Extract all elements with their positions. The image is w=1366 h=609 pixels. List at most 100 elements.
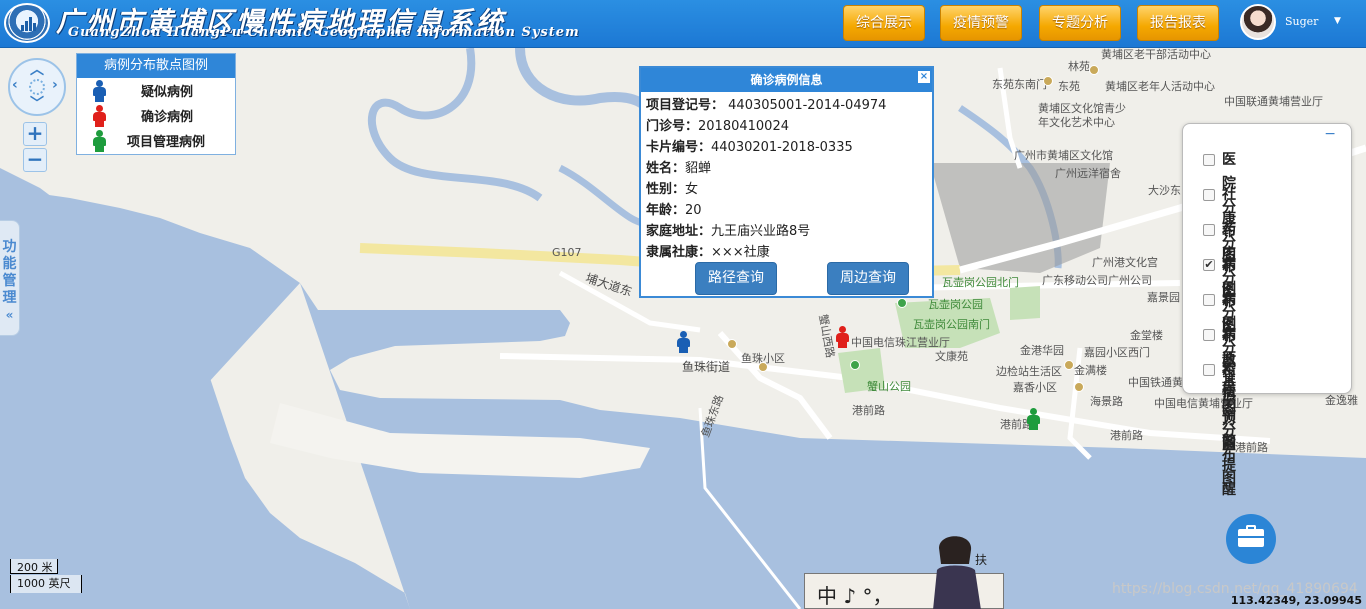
legend-title: 病例分布散点图例 [77, 54, 235, 78]
checkbox-checked[interactable]: ✔ [1203, 259, 1215, 271]
legend-label: 项目管理病例 [127, 135, 206, 150]
map-label-linyuan: 林苑 [1068, 60, 1090, 73]
checkbox[interactable] [1203, 329, 1215, 341]
nav-overview-button[interactable]: 综合展示 [843, 5, 925, 41]
pan-right-icon[interactable]: › [52, 77, 58, 93]
layer-panel: − 医院分布图 社康分布图 药店分布图 ✔ 病例分布散点图 病例分布热力图 病原基… [1182, 123, 1352, 498]
collapse-icon: « [5, 308, 14, 322]
ad-text: 中 ♪ °， [817, 584, 893, 608]
managed-person-icon [93, 130, 106, 152]
map-label-yuanyang: 广州远洋宿舍 [1055, 167, 1121, 180]
poi-marker[interactable] [1074, 382, 1084, 392]
managed-case-marker[interactable] [1027, 408, 1040, 430]
popup-field: 隶属社康：×××社康 [646, 245, 770, 260]
map-label-dongyuan: 东苑东南门 [992, 78, 1047, 91]
route-query-button[interactable]: 路径查询 [695, 262, 777, 295]
map-label-dongyuan2: 东苑 [1058, 80, 1080, 93]
confirmed-person-icon [93, 105, 106, 127]
poi-marker[interactable] [727, 339, 737, 349]
map-label-gangqian-3: 港前路 [1110, 429, 1143, 442]
function-manage-tab[interactable]: 功能管理 « [0, 220, 20, 336]
legend-item: 疑似病例 [77, 78, 235, 103]
popup-title: 确诊病例信息 [641, 68, 932, 92]
poi-marker[interactable] [758, 362, 768, 372]
map-label-gangqian-1: 港前路 [852, 404, 885, 417]
legend-label: 疑似病例 [141, 85, 194, 100]
popup-field: 年龄：20 [646, 203, 702, 218]
nav-alert-button[interactable]: 疫情预警 [940, 5, 1022, 41]
app-subtitle: GuangZhou HuangPu Chronic Geographic Inf… [68, 25, 580, 40]
zoom-out-button[interactable]: − [23, 148, 47, 172]
chevron-down-icon[interactable]: ▼ [1334, 16, 1341, 26]
pan-center-icon[interactable] [29, 79, 45, 95]
coordinate-readout: 113.42349, 23.09945 [1230, 594, 1362, 607]
map-label-wenhuaguan: 广州市黄埔区文化馆 [1014, 149, 1113, 162]
poi-marker[interactable] [897, 298, 907, 308]
character-figure: 扶 [933, 536, 987, 609]
map-label-haijing: 海景路 [1090, 395, 1123, 408]
checkbox[interactable] [1203, 294, 1215, 306]
popup-field: 家庭地址：九王庙兴业路8号 [646, 224, 811, 239]
pan-left-icon[interactable]: ‹ [12, 77, 18, 93]
map-label-ganggang: 广州港文化宫 [1092, 256, 1158, 269]
svg-text:扶: 扶 [975, 552, 987, 567]
map-label-jinman: 金满楼 [1074, 364, 1107, 377]
poi-marker[interactable] [1064, 360, 1074, 370]
avatar[interactable] [1240, 4, 1276, 40]
app-header: 广州市黄埔区慢性病地理信息系统 GuangZhou HuangPu Chroni… [0, 0, 1366, 48]
map-label-dasha: 大沙东 [1148, 184, 1181, 197]
poi-marker[interactable] [1043, 76, 1053, 86]
suspected-case-marker[interactable] [677, 331, 690, 353]
confirmed-case-marker[interactable] [836, 326, 849, 348]
pan-up-icon[interactable]: ︿ [30, 59, 44, 79]
map-label-jiaxiang: 嘉景园 [1147, 291, 1180, 304]
checkbox[interactable] [1203, 364, 1215, 376]
legend-panel: 病例分布散点图例 疑似病例 确诊病例 项目管理病例 [76, 53, 236, 155]
map-label-xieshan: 蟹山公园 [867, 380, 911, 393]
popup-field: 项目登记号： 440305001-2014-04974 [646, 98, 887, 113]
case-info-popup: 确诊病例信息 × 项目登记号： 440305001-2014-04974 门诊号… [639, 66, 934, 298]
popup-field: 姓名：貂蝉 [646, 161, 712, 176]
map-label-dianxin2: 中国电信黄埔营业厅 [1154, 397, 1253, 410]
legend-label: 确诊病例 [141, 110, 194, 125]
logo-icon [4, 3, 50, 43]
minimize-icon[interactable]: − [1324, 126, 1336, 142]
nav-report-button[interactable]: 报告报表 [1137, 5, 1219, 41]
map-label-biantu: 边检站生活区 [996, 365, 1062, 378]
nearby-query-button[interactable]: 周边查询 [827, 262, 909, 295]
map-label-wahugang: 瓦壶岗公园 [928, 298, 983, 311]
popup-field: 性别：女 [646, 182, 699, 197]
map-label-gangqian-4: 港前路 [1235, 441, 1268, 454]
checkbox[interactable] [1203, 224, 1215, 236]
map-label-yuzhu-jiedao: 鱼珠街道 [682, 360, 731, 374]
map-label-jinyuan: 嘉园小区西门 [1084, 346, 1150, 359]
poi-marker[interactable] [1089, 65, 1099, 75]
advertisement-banner[interactable]: 中 ♪ °， 扶 [804, 536, 1004, 609]
toolbox-button[interactable] [1226, 514, 1276, 564]
zoom-in-button[interactable]: + [23, 122, 47, 146]
suspected-person-icon [93, 80, 106, 102]
map-label-wenkang: 文康苑 [935, 350, 968, 363]
pan-down-icon[interactable]: ﹀ [30, 93, 44, 113]
side-tab-label: 功能管理 [2, 239, 17, 306]
map-label-jintang: 金堂楼 [1130, 329, 1163, 342]
map-label-jinyi: 金逸雅 [1325, 394, 1358, 407]
legend-item: 项目管理病例 [77, 128, 235, 153]
map-label-wahugang-nan: 瓦壶岗公园南门 [913, 318, 990, 331]
map-label-liantong: 中国联通黄埔营业厅 [1224, 95, 1323, 108]
poi-marker[interactable] [850, 360, 860, 370]
pan-control[interactable]: ︿ ﹀ ‹ › [8, 58, 66, 116]
map-label-jinxiang: 嘉香小区 [1013, 381, 1057, 394]
map-label-wahugang-bei: 瓦壶岗公园北门 [942, 276, 1019, 289]
checkbox[interactable] [1203, 189, 1215, 201]
close-icon[interactable]: × [918, 71, 930, 83]
scale-bar-metric: 200 米 [10, 559, 58, 574]
checkbox[interactable] [1203, 154, 1215, 166]
legend-item: 确诊病例 [77, 103, 235, 128]
scale-bar-imperial: 1000 英尺 [10, 575, 82, 593]
username[interactable]: Suger [1285, 15, 1318, 28]
nav-analysis-button[interactable]: 专题分析 [1039, 5, 1121, 41]
map-label-laoganbu: 黄埔区老干部活动中心 [1101, 48, 1211, 61]
map-label-laoren: 黄埔区老年人活动中心 [1105, 80, 1215, 93]
map-label-wenhua: 黄埔区文化馆青少年文化艺术中心 [1038, 102, 1126, 129]
